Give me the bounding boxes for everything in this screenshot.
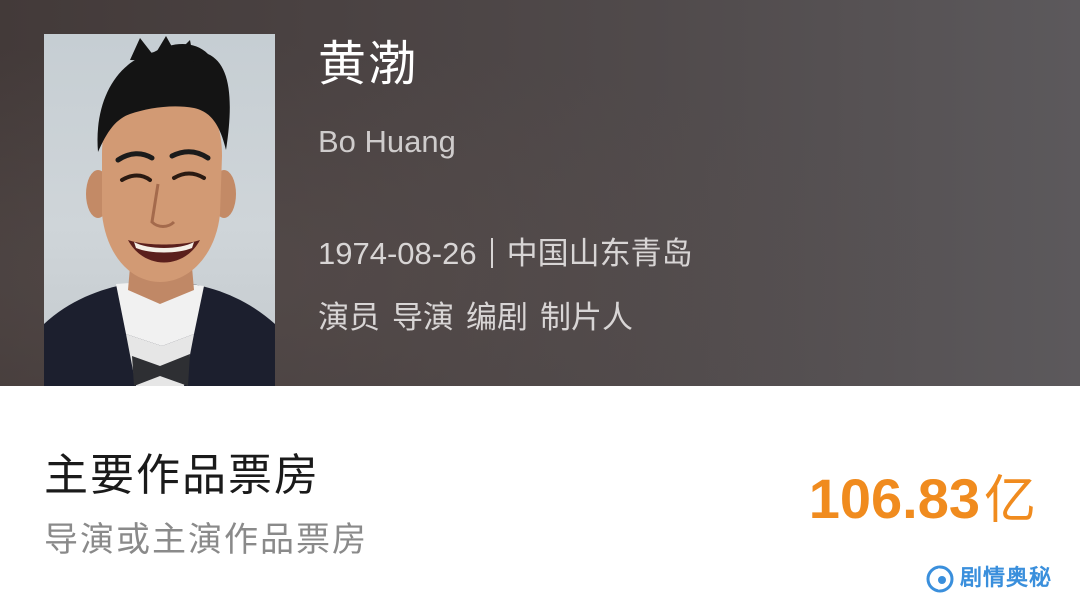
birth-place: 中国山东青岛 [506, 236, 693, 272]
role-tag: 演员 [318, 300, 380, 336]
info-separator [490, 238, 493, 268]
box-office-value: 106.83亿 [809, 466, 1036, 534]
role-list: 演员 导演 编剧 制片人 [318, 298, 633, 338]
watermark-logo-icon [926, 565, 954, 593]
role-tag: 编剧 [466, 300, 528, 336]
box-office-amount: 106.83 [808, 467, 980, 530]
birth-info: 1974-08-26 中国山东青岛 [318, 234, 693, 274]
person-name-en: Bo Huang [318, 124, 456, 159]
birth-date: 1974-08-26 [318, 236, 477, 271]
person-name-cn: 黄渤 [318, 36, 419, 92]
box-office-subtitle: 导演或主演作品票房 [44, 520, 368, 560]
profile-portrait [44, 34, 275, 386]
profile-header: 黄渤 Bo Huang 1974-08-26 中国山东青岛 演员 导演 编剧 制片人 [0, 0, 1080, 386]
box-office-title: 主要作品票房 [44, 450, 320, 501]
watermark-text: 剧情奥秘 [959, 566, 1052, 591]
role-tag: 制片人 [540, 300, 633, 336]
role-tag: 导演 [392, 300, 454, 336]
watermark: 剧情奥秘 [926, 559, 1052, 599]
box-office-unit: 亿 [983, 472, 1036, 530]
